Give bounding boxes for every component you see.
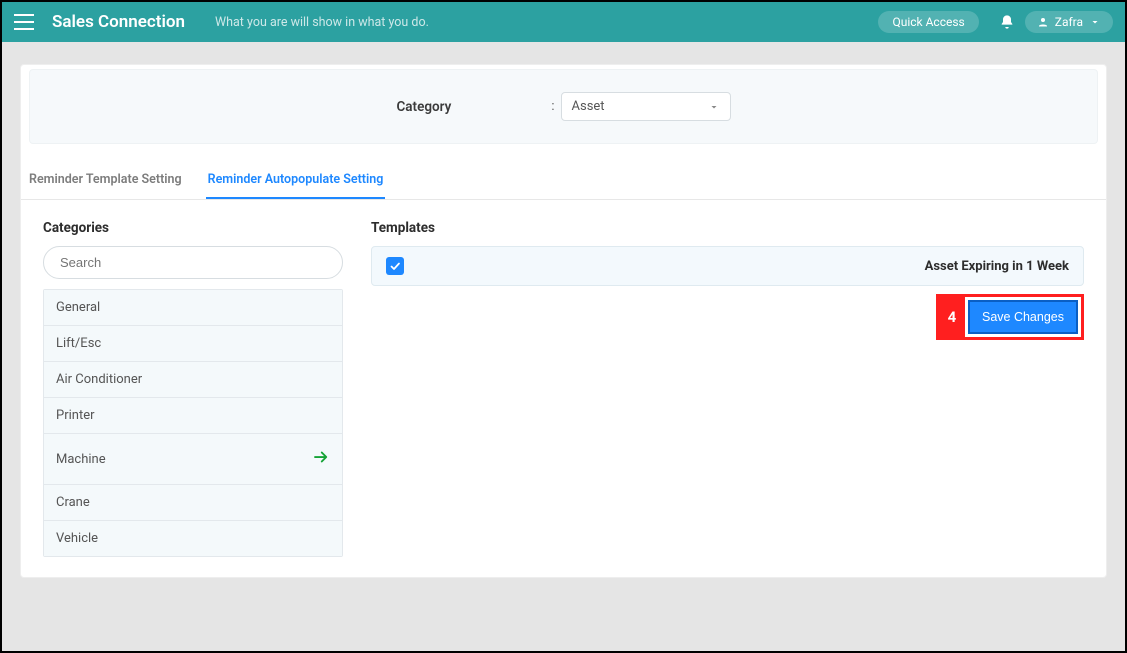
template-label: Asset Expiring in 1 Week [925,259,1069,274]
hamburger-menu-icon[interactable] [14,14,34,30]
category-label: Machine [56,452,106,467]
tab-reminder-template-setting[interactable]: Reminder Template Setting [27,162,184,199]
category-item-crane[interactable]: Crane [44,485,342,521]
template-checkbox[interactable] [386,257,404,275]
category-item-printer[interactable]: Printer [44,398,342,434]
tab-reminder-autopopulate-setting[interactable]: Reminder Autopopulate Setting [206,162,386,199]
brand-title: Sales Connection [52,12,185,32]
category-item-general[interactable]: General [44,290,342,326]
chevron-down-icon [708,101,720,113]
step-callout-number: 4 [939,297,965,337]
templates-title: Templates [371,220,1084,236]
categories-column: Categories General Lift/Esc Air Conditio… [43,220,343,557]
save-changes-button[interactable]: Save Changes [968,300,1078,334]
user-icon [1037,16,1049,28]
page-body: Category : Asset Reminder Template Setti… [2,42,1125,651]
categories-search-input[interactable] [43,246,343,279]
category-select-value: Asset [572,99,605,114]
category-label: Air Conditioner [56,372,142,387]
filter-separator: : [551,99,554,114]
tagline-text: What you are will show in what you do. [215,15,878,30]
main-card: Category : Asset Reminder Template Setti… [20,64,1107,578]
tabs: Reminder Template Setting Reminder Autop… [21,162,1106,200]
save-area: 4 Save Changes [371,294,1084,340]
categories-list: General Lift/Esc Air Conditioner Printer… [43,289,343,557]
category-label: Crane [56,495,90,510]
check-icon [389,260,401,272]
arrow-right-icon [312,448,330,470]
chevron-down-icon [1089,16,1101,28]
template-row: Asset Expiring in 1 Week [371,246,1084,286]
category-item-lift-esc[interactable]: Lift/Esc [44,326,342,362]
category-item-vehicle[interactable]: Vehicle [44,521,342,556]
filter-label: Category [396,99,451,115]
category-label: General [56,300,100,315]
top-bar: Sales Connection What you are will show … [2,2,1125,42]
categories-title: Categories [43,220,343,236]
step-callout: 4 Save Changes [936,294,1084,340]
user-name: Zafra [1055,15,1083,29]
category-select[interactable]: Asset [561,92,731,121]
category-item-air-conditioner[interactable]: Air Conditioner [44,362,342,398]
content-area: Categories General Lift/Esc Air Conditio… [21,200,1106,577]
category-label: Vehicle [56,531,98,546]
category-item-machine[interactable]: Machine [44,434,342,485]
notifications-bell-icon[interactable] [999,14,1015,30]
filter-bar: Category : Asset [29,69,1098,144]
user-menu[interactable]: Zafra [1025,11,1113,33]
category-label: Lift/Esc [56,336,101,351]
category-label: Printer [56,408,95,423]
quick-access-button[interactable]: Quick Access [878,11,978,33]
templates-column: Templates Asset Expiring in 1 Week 4 Sav… [371,220,1084,557]
